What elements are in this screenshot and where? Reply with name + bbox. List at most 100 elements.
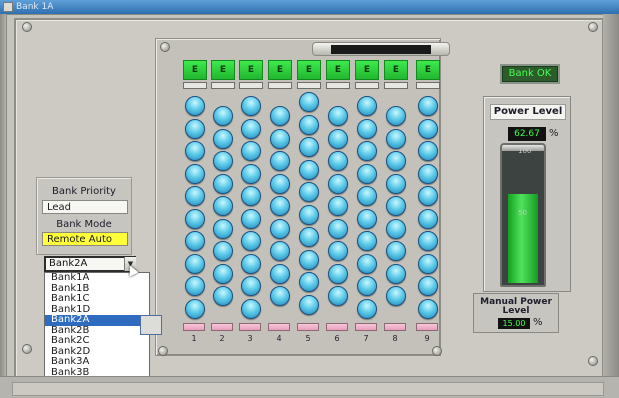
indicator-ball[interactable]: [270, 218, 290, 239]
indicator-ball[interactable]: [299, 92, 319, 112]
indicator-ball[interactable]: [241, 298, 261, 319]
indicator-ball[interactable]: [241, 231, 261, 251]
indicator-ball[interactable]: [299, 204, 319, 225]
indicator-ball[interactable]: [213, 128, 233, 149]
indicator-ball[interactable]: [185, 276, 205, 296]
indicator-ball[interactable]: [357, 118, 377, 139]
indicator-ball[interactable]: [241, 141, 261, 161]
indicator-ball[interactable]: [299, 182, 319, 202]
manual-power-value[interactable]: 15.00: [498, 318, 530, 329]
column-bar[interactable]: [211, 323, 233, 331]
indicator-ball[interactable]: [328, 173, 348, 194]
indicator-ball[interactable]: [418, 163, 438, 184]
indicator-ball[interactable]: [418, 298, 438, 319]
indicator-ball[interactable]: [213, 286, 233, 306]
indicator-ball[interactable]: [386, 286, 406, 306]
indicator-ball[interactable]: [299, 249, 319, 270]
indicator-ball[interactable]: [418, 231, 438, 251]
indicator-ball[interactable]: [299, 114, 319, 135]
indicator-ball[interactable]: [270, 286, 290, 306]
column-bar[interactable]: [355, 323, 377, 331]
indicator-ball[interactable]: [418, 118, 438, 139]
indicator-ball[interactable]: [328, 241, 348, 261]
indicator-ball[interactable]: [213, 173, 233, 194]
column-bar[interactable]: [183, 323, 205, 331]
indicator-ball[interactable]: [185, 208, 205, 229]
column-bar[interactable]: [268, 323, 290, 331]
dropdown-option[interactable]: Bank2A: [45, 314, 149, 326]
bank-select-dropdown[interactable]: Bank2A: [44, 256, 136, 272]
indicator-ball[interactable]: [185, 118, 205, 139]
indicator-ball[interactable]: [386, 241, 406, 261]
partial-button[interactable]: [140, 315, 162, 335]
indicator-ball[interactable]: [386, 218, 406, 239]
indicator-ball[interactable]: [213, 218, 233, 239]
indicator-ball[interactable]: [357, 141, 377, 161]
indicator-ball[interactable]: [386, 106, 406, 126]
indicator-ball[interactable]: [185, 96, 205, 116]
indicator-ball[interactable]: [270, 106, 290, 126]
indicator-ball[interactable]: [241, 276, 261, 296]
indicator-ball[interactable]: [241, 186, 261, 206]
bank-priority-field[interactable]: Lead: [42, 200, 128, 214]
column-bar[interactable]: [384, 323, 406, 331]
indicator-ball[interactable]: [213, 106, 233, 126]
indicator-ball[interactable]: [241, 163, 261, 184]
indicator-ball[interactable]: [328, 196, 348, 216]
indicator-ball[interactable]: [328, 128, 348, 149]
indicator-ball[interactable]: [213, 151, 233, 171]
indicator-ball[interactable]: [299, 137, 319, 157]
indicator-ball[interactable]: [213, 196, 233, 216]
dropdown-option[interactable]: Bank2C: [45, 335, 149, 347]
column-bar[interactable]: [297, 323, 319, 331]
indicator-ball[interactable]: [185, 231, 205, 251]
indicator-ball[interactable]: [185, 298, 205, 319]
indicator-ball[interactable]: [357, 208, 377, 229]
indicator-ball[interactable]: [270, 196, 290, 216]
indicator-ball[interactable]: [299, 159, 319, 180]
indicator-ball[interactable]: [213, 263, 233, 284]
indicator-ball[interactable]: [241, 253, 261, 274]
dropdown-option[interactable]: Bank1C: [45, 293, 149, 305]
indicator-ball[interactable]: [357, 231, 377, 251]
indicator-ball[interactable]: [328, 151, 348, 171]
indicator-ball[interactable]: [185, 253, 205, 274]
indicator-ball[interactable]: [386, 263, 406, 284]
indicator-ball[interactable]: [357, 186, 377, 206]
indicator-ball[interactable]: [357, 253, 377, 274]
indicator-ball[interactable]: [270, 173, 290, 194]
indicator-ball[interactable]: [299, 227, 319, 247]
indicator-ball[interactable]: [328, 218, 348, 239]
indicator-ball[interactable]: [328, 263, 348, 284]
indicator-ball[interactable]: [418, 186, 438, 206]
indicator-ball[interactable]: [270, 128, 290, 149]
indicator-ball[interactable]: [418, 276, 438, 296]
indicator-ball[interactable]: [241, 208, 261, 229]
indicator-ball[interactable]: [357, 276, 377, 296]
dropdown-option[interactable]: Bank3A: [45, 356, 149, 368]
indicator-ball[interactable]: [386, 173, 406, 194]
indicator-ball[interactable]: [357, 163, 377, 184]
column-bar[interactable]: [416, 323, 438, 331]
indicator-ball[interactable]: [386, 196, 406, 216]
indicator-ball[interactable]: [328, 286, 348, 306]
indicator-ball[interactable]: [299, 272, 319, 292]
indicator-ball[interactable]: [270, 263, 290, 284]
indicator-ball[interactable]: [386, 151, 406, 171]
indicator-ball[interactable]: [418, 208, 438, 229]
indicator-ball[interactable]: [185, 186, 205, 206]
bank-mode-field[interactable]: Remote Auto: [42, 232, 128, 246]
indicator-ball[interactable]: [185, 163, 205, 184]
indicator-ball[interactable]: [418, 141, 438, 161]
indicator-ball[interactable]: [241, 96, 261, 116]
indicator-ball[interactable]: [328, 106, 348, 126]
column-bar[interactable]: [239, 323, 261, 331]
indicator-ball[interactable]: [386, 128, 406, 149]
indicator-ball[interactable]: [241, 118, 261, 139]
indicator-ball[interactable]: [357, 298, 377, 319]
indicator-ball[interactable]: [185, 141, 205, 161]
indicator-ball[interactable]: [213, 241, 233, 261]
indicator-ball[interactable]: [270, 241, 290, 261]
indicator-ball[interactable]: [357, 96, 377, 116]
column-bar[interactable]: [326, 323, 348, 331]
